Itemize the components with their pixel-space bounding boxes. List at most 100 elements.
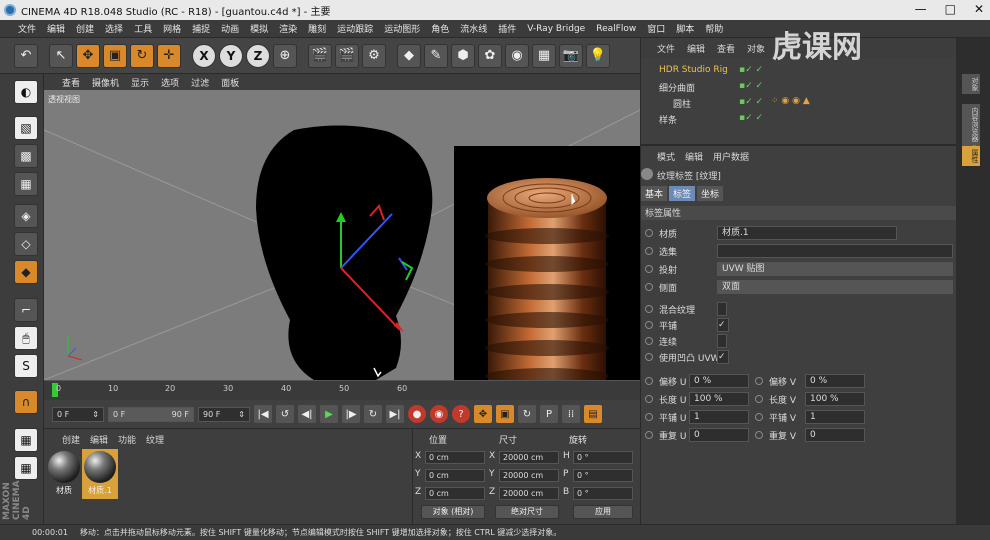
menu-vray[interactable]: V-Ray Bridge [527, 24, 585, 34]
object-row-hdr-rig[interactable]: HDR Studio Rig ▪✓ ✓ [647, 64, 957, 79]
menu-sculpt[interactable]: 雕刻 [308, 22, 326, 35]
move-icon[interactable]: ✥ [76, 43, 100, 68]
prev-frame-icon[interactable]: ◀| [298, 405, 316, 423]
rot-p-field[interactable]: 0 ° [573, 469, 633, 482]
tag-icons[interactable]: ⁘ ◉ ◉ ▲ [771, 96, 810, 106]
mat-menu-function[interactable]: 功能 [118, 433, 136, 446]
next-key-icon[interactable]: ↻ [364, 405, 382, 423]
close-button[interactable]: ✕ [974, 2, 984, 16]
mat-menu-edit[interactable]: 编辑 [90, 433, 108, 446]
repeat-v-field[interactable]: 0 [805, 428, 865, 442]
mat-menu-create[interactable]: 创建 [62, 433, 80, 446]
menu-file[interactable]: 文件 [18, 22, 36, 35]
recent-tool-icon[interactable]: ✛ [157, 43, 181, 68]
vp-menu-options[interactable]: 选项 [161, 76, 179, 89]
z-axis-lock-button[interactable]: Z [246, 43, 270, 68]
y-axis-lock-button[interactable]: Y [219, 43, 243, 68]
selection-field[interactable] [717, 244, 953, 258]
obj-menu-objects[interactable]: 对象 [747, 42, 765, 55]
magnet-icon[interactable]: ∩ [14, 390, 38, 414]
obj-menu-edit[interactable]: 编辑 [687, 42, 705, 55]
length-v-field[interactable]: 100 % [805, 392, 865, 406]
menu-animate[interactable]: 动画 [221, 22, 239, 35]
projection-dropdown[interactable]: UVW 贴图 [717, 262, 953, 276]
spline-pen-icon[interactable]: ✎ [424, 43, 448, 68]
size-y-field[interactable]: 20000 cm [499, 469, 559, 482]
render-settings-icon[interactable]: ⚙ [362, 43, 386, 68]
prev-key-icon[interactable]: ↺ [276, 405, 294, 423]
pos-x-field[interactable]: 0 cm [425, 451, 485, 464]
render-view-icon[interactable]: 🎬 [308, 43, 332, 68]
size-x-field[interactable]: 20000 cm [499, 451, 559, 464]
polygons-mode-icon[interactable]: ◆ [14, 260, 38, 284]
seamless-checkbox[interactable] [717, 334, 727, 348]
snapping-icon[interactable]: S [14, 354, 38, 378]
length-u-field[interactable]: 100 % [689, 392, 749, 406]
right-tab-objects[interactable]: 对象 [962, 74, 980, 94]
tab-coordinates[interactable]: 坐标 [697, 186, 724, 201]
go-to-end-icon[interactable]: ▶| [386, 405, 404, 423]
timeline-window-icon[interactable]: ▤ [584, 405, 602, 423]
vp-menu-view[interactable]: 查看 [62, 76, 80, 89]
render-picture-viewer-icon[interactable]: 🎬 [335, 43, 359, 68]
tiles-v-field[interactable]: 1 [805, 410, 865, 424]
right-tab-attributes[interactable]: 属性 [962, 146, 980, 166]
keyframe-selection-icon[interactable]: ? [452, 405, 470, 423]
menu-realflow[interactable]: RealFlow [596, 24, 636, 34]
camera-icon[interactable]: 📷 [559, 43, 583, 68]
apply-button[interactable]: 应用 [573, 505, 633, 519]
key-pla-icon[interactable]: ⁞⁞ [562, 405, 580, 423]
visibility-flags-icon[interactable]: ▪✓ ✓ [739, 97, 763, 107]
menu-motion-tracking[interactable]: 运动跟踪 [337, 22, 373, 35]
side-dropdown[interactable]: 双面 [717, 280, 953, 294]
make-editable-icon[interactable]: ◐ [14, 80, 38, 104]
maximize-button[interactable]: □ [945, 2, 956, 16]
object-row-cylinder[interactable]: 圆柱 ▪✓ ✓ ⁘ ◉ ◉ ▲ [647, 96, 957, 111]
edges-mode-icon[interactable]: ◇ [14, 232, 38, 256]
vp-menu-panel[interactable]: 面板 [221, 76, 239, 89]
workplane-icon[interactable]: ▦ [14, 172, 38, 196]
attr-menu-userdata[interactable]: 用户数据 [713, 150, 749, 163]
floor-icon[interactable]: ▦ [532, 43, 556, 68]
offset-u-field[interactable]: 0 % [689, 374, 749, 388]
tile-checkbox[interactable]: ✓ [717, 318, 729, 332]
undo-icon[interactable]: ↶ [14, 43, 38, 68]
go-to-start-icon[interactable]: |◀ [254, 405, 272, 423]
live-select-icon[interactable]: ↖ [49, 43, 73, 68]
key-position-icon[interactable]: ✥ [474, 405, 492, 423]
rotate-icon[interactable]: ↻ [130, 43, 154, 68]
menu-pipeline[interactable]: 流水线 [460, 22, 487, 35]
key-scale-icon[interactable]: ▣ [496, 405, 514, 423]
menu-create[interactable]: 创建 [76, 22, 94, 35]
end-frame-field[interactable]: 90 F ⇕ [198, 406, 250, 422]
attr-menu-mode[interactable]: 模式 [657, 150, 675, 163]
menu-edit[interactable]: 编辑 [47, 22, 65, 35]
object-row-spline[interactable]: 样条 ▪✓ ✓ [647, 112, 957, 127]
material-item[interactable]: 材质 [46, 449, 82, 499]
frame-range-slider[interactable]: 0 F 90 F [108, 406, 194, 422]
cube-icon[interactable]: ◆ [397, 43, 421, 68]
pos-y-field[interactable]: 0 cm [425, 469, 485, 482]
start-frame-field[interactable]: 0 F ⇕ [52, 406, 104, 422]
axis-mode-icon[interactable]: ⌐ [14, 298, 38, 322]
menu-mesh[interactable]: 网格 [163, 22, 181, 35]
subdivision-surface-icon[interactable]: ⬢ [451, 43, 475, 68]
right-tab-content-browser[interactable]: 内容浏览器 [962, 104, 980, 145]
menu-mograph[interactable]: 运动图形 [384, 22, 420, 35]
rot-b-field[interactable]: 0 ° [573, 487, 633, 500]
minimize-button[interactable]: — [915, 2, 927, 16]
mix-textures-checkbox[interactable] [717, 302, 727, 316]
obj-menu-file[interactable]: 文件 [657, 42, 675, 55]
size-mode-dropdown[interactable]: 绝对尺寸 [495, 505, 559, 519]
visibility-flags-icon[interactable]: ▪✓ ✓ [739, 65, 763, 75]
offset-v-field[interactable]: 0 % [805, 374, 865, 388]
vp-menu-filter[interactable]: 过滤 [191, 76, 209, 89]
obj-menu-view[interactable]: 查看 [717, 42, 735, 55]
material-link-field[interactable]: 材质.1 [717, 226, 897, 240]
attr-menu-edit[interactable]: 编辑 [685, 150, 703, 163]
menu-render[interactable]: 渲染 [279, 22, 297, 35]
timeline-ruler[interactable]: 0 10 20 30 40 50 60 [44, 380, 640, 400]
points-mode-icon[interactable]: ◈ [14, 204, 38, 228]
menu-script[interactable]: 脚本 [676, 22, 694, 35]
menu-simulate[interactable]: 模拟 [250, 22, 268, 35]
